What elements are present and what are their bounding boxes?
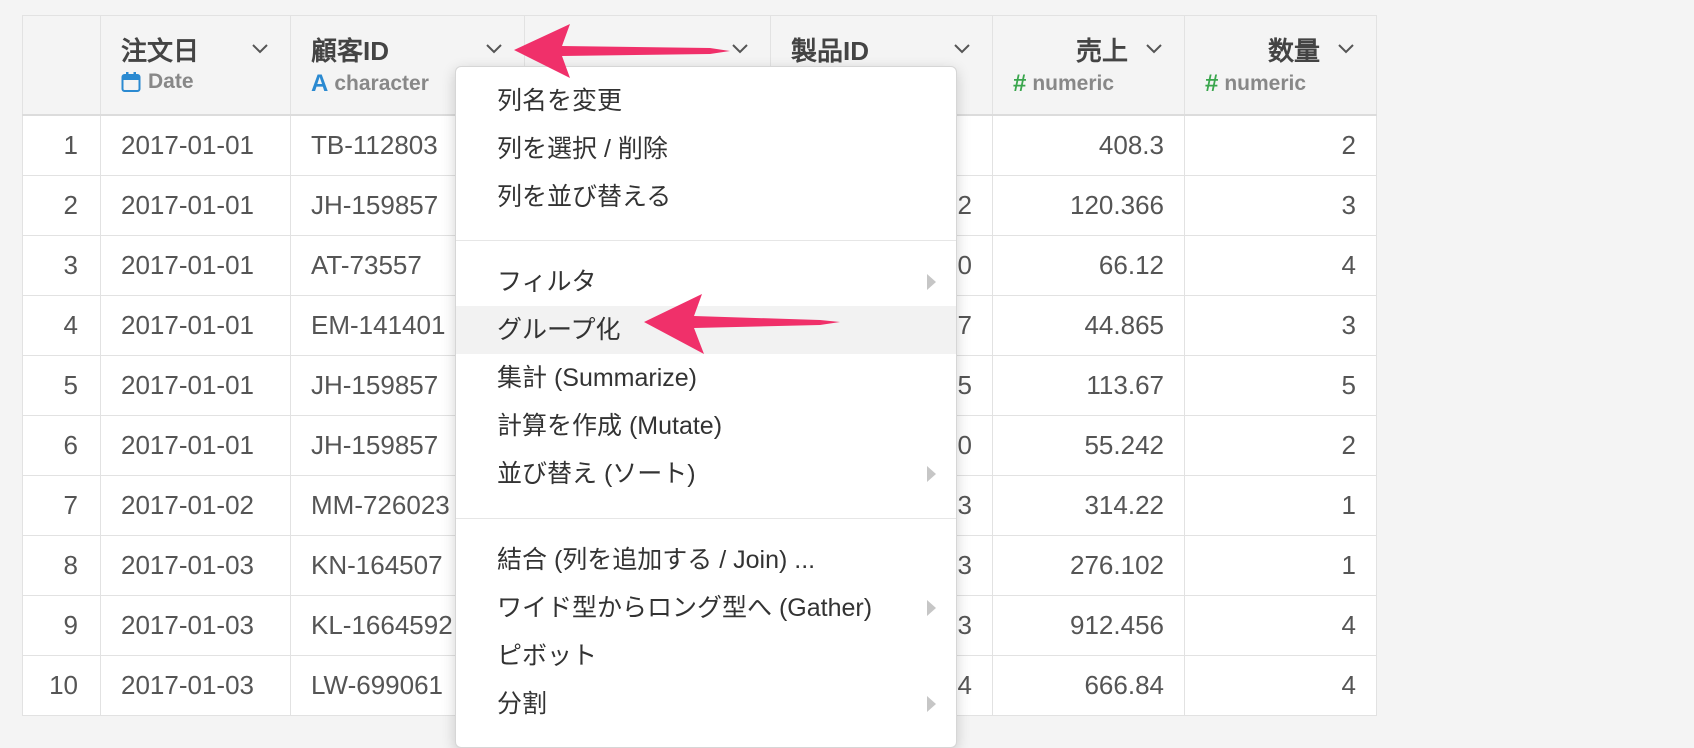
cell-quantity[interactable]: 3 [1184, 175, 1377, 236]
numeric-type-icon: # [1013, 70, 1027, 97]
column-type-label: Date [148, 70, 194, 93]
menu-item-label: 分割 [497, 690, 548, 718]
cell-order-date[interactable]: 2017-01-02 [100, 475, 291, 536]
cell-order-date[interactable]: 2017-01-01 [100, 415, 291, 476]
menu-item-gather[interactable]: ワイド型からロング型へ (Gather) [456, 584, 956, 632]
column-header-quantity[interactable]: 数量 # numeric [1184, 15, 1377, 116]
calendar-icon [121, 72, 141, 92]
row-number[interactable]: 7 [22, 475, 101, 536]
cell-order-date[interactable]: 2017-01-01 [100, 114, 291, 176]
row-number[interactable]: 1 [22, 114, 101, 176]
column-header-sales[interactable]: 売上 # numeric [992, 15, 1185, 116]
row-number[interactable]: 9 [22, 595, 101, 656]
cell-order-date[interactable]: 2017-01-03 [100, 655, 291, 716]
cell-quantity[interactable]: 2 [1184, 415, 1377, 476]
menu-item-label: ワイド型からロング型へ (Gather) [497, 594, 873, 622]
submenu-arrow-icon [927, 274, 936, 290]
cell-sales[interactable]: 55.242 [992, 415, 1185, 476]
annotation-arrow-icon [514, 24, 730, 78]
column-context-menu: 列名を変更 列を選択 / 削除 列を並び替える フィルタ グループ化 集計 (S… [455, 66, 957, 748]
cell-sales[interactable]: 113.67 [992, 355, 1185, 416]
chevron-down-icon[interactable] [952, 39, 972, 59]
cell-order-date[interactable]: 2017-01-01 [100, 355, 291, 416]
menu-item-label: フィルタ [497, 268, 597, 296]
cell-quantity[interactable]: 3 [1184, 295, 1377, 356]
chevron-down-icon[interactable] [1144, 39, 1164, 59]
menu-item-split[interactable]: 分割 [456, 680, 956, 728]
cell-sales[interactable]: 66.12 [992, 235, 1185, 296]
cell-order-date[interactable]: 2017-01-03 [100, 595, 291, 656]
menu-item-mutate[interactable]: 計算を作成 (Mutate) [456, 402, 956, 450]
cell-quantity[interactable]: 1 [1184, 475, 1377, 536]
cell-order-date[interactable]: 2017-01-01 [100, 235, 291, 296]
numeric-type-icon: # [1205, 70, 1219, 97]
cell-sales[interactable]: 44.865 [992, 295, 1185, 356]
column-name: 製品ID [791, 35, 870, 66]
column-type-label: numeric [1224, 72, 1307, 95]
column-name: 顧客ID [311, 35, 390, 66]
menu-item-summarize[interactable]: 集計 (Summarize) [456, 354, 956, 402]
menu-item-sort[interactable]: 並び替え (ソート) [456, 450, 956, 498]
menu-item-select-delete[interactable]: 列を選択 / 削除 [456, 125, 956, 173]
cell-sales[interactable]: 912.456 [992, 595, 1185, 656]
column-name: 注文日 [121, 35, 200, 66]
column-name: 売上 [1075, 35, 1128, 66]
cell-sales[interactable]: 408.3 [992, 114, 1185, 176]
cell-quantity[interactable]: 4 [1184, 235, 1377, 296]
annotation-arrow-icon [644, 294, 840, 354]
row-number[interactable]: 4 [22, 295, 101, 356]
menu-item-reorder[interactable]: 列を並び替える [456, 173, 956, 221]
submenu-arrow-icon [927, 696, 936, 712]
column-name: 数量 [1267, 35, 1320, 66]
menu-item-label: 並び替え (ソート) [497, 460, 696, 488]
row-number[interactable]: 6 [22, 415, 101, 476]
row-number[interactable]: 3 [22, 235, 101, 296]
column-type-label: numeric [1032, 72, 1115, 95]
submenu-arrow-icon [927, 466, 936, 482]
cell-sales[interactable]: 314.22 [992, 475, 1185, 536]
chevron-down-icon[interactable] [484, 39, 504, 59]
column-type-label: character [334, 72, 429, 95]
cell-order-date[interactable]: 2017-01-01 [100, 295, 291, 356]
menu-separator [456, 518, 956, 519]
row-number[interactable]: 10 [22, 655, 101, 716]
cell-order-date[interactable]: 2017-01-03 [100, 535, 291, 596]
chevron-down-icon[interactable] [250, 39, 270, 59]
cell-sales[interactable]: 276.102 [992, 535, 1185, 596]
row-number-header [22, 15, 101, 116]
menu-item-pivot[interactable]: ピボット [456, 632, 956, 680]
character-type-icon: A [311, 70, 329, 97]
row-number[interactable]: 5 [22, 355, 101, 416]
chevron-down-icon[interactable] [1336, 39, 1356, 59]
cell-quantity[interactable]: 4 [1184, 595, 1377, 656]
submenu-arrow-icon [927, 600, 936, 616]
cell-quantity[interactable]: 4 [1184, 655, 1377, 716]
cell-sales[interactable]: 120.366 [992, 175, 1185, 236]
column-header-order-date[interactable]: 注文日 Date [100, 15, 291, 116]
cell-quantity[interactable]: 5 [1184, 355, 1377, 416]
menu-item-join[interactable]: 結合 (列を追加する / Join) ... [456, 536, 956, 584]
row-number[interactable]: 2 [22, 175, 101, 236]
cell-quantity[interactable]: 2 [1184, 114, 1377, 176]
row-number[interactable]: 8 [22, 535, 101, 596]
cell-sales[interactable]: 666.84 [992, 655, 1185, 716]
menu-separator [456, 240, 956, 241]
cell-order-date[interactable]: 2017-01-01 [100, 175, 291, 236]
cell-quantity[interactable]: 1 [1184, 535, 1377, 596]
